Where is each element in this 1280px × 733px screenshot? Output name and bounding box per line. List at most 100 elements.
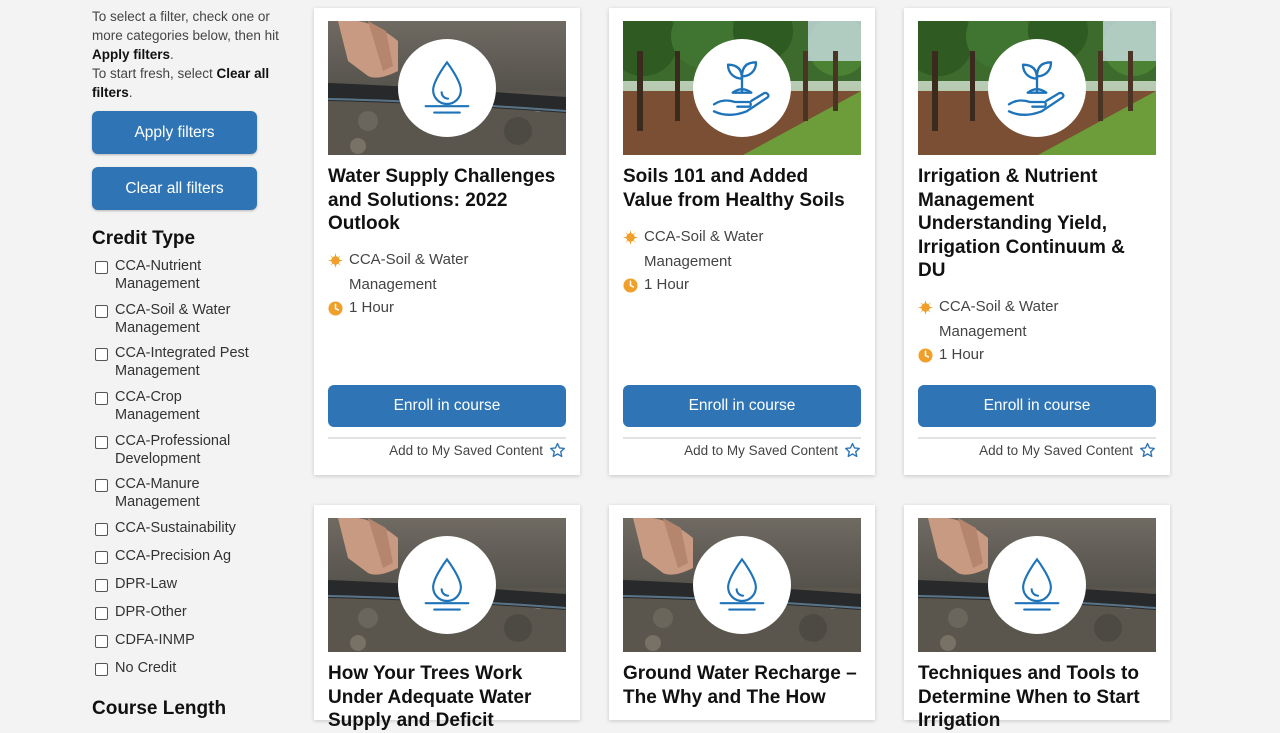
course-image: [623, 518, 861, 652]
checkbox[interactable]: [95, 261, 108, 274]
credit-filter-label: DPR-Other: [115, 604, 187, 620]
course-card: Soils 101 and Added Value from Healthy S…: [609, 8, 875, 475]
star-icon[interactable]: [549, 442, 566, 459]
instructions-period: .: [170, 47, 174, 62]
course-title[interactable]: Water Supply Challenges and Solutions: 2…: [328, 165, 568, 236]
checkbox[interactable]: [95, 607, 108, 620]
course-card: Ground Water Recharge – The Why and The …: [609, 505, 875, 720]
credit-badge-icon: [918, 300, 933, 315]
course-duration: 1 Hour: [939, 346, 985, 363]
checkbox[interactable]: [95, 579, 108, 592]
course-title[interactable]: Techniques and Tools to Determine When t…: [918, 662, 1154, 733]
checkbox[interactable]: [95, 635, 108, 648]
credit-filter-cdfa-inmp[interactable]: CDFA-INMP: [95, 632, 195, 650]
credit-filter-cca-manure[interactable]: CCA-Manure Management: [95, 476, 230, 511]
course-card: How Your Trees Work Under Adequate Water…: [314, 505, 580, 731]
credit-type-heading: Credit Type: [92, 228, 196, 249]
credit-filter-cca-nutrient[interactable]: CCA-Nutrient Management: [95, 258, 235, 293]
clock-icon: [918, 348, 933, 363]
save-content-link[interactable]: Add to My Saved Content: [389, 442, 566, 459]
save-content-label: Add to My Saved Content: [389, 443, 543, 458]
credit-filter-label: CCA-Professional Development: [115, 433, 231, 467]
credit-filter-label: No Credit: [115, 660, 177, 676]
clock-icon: [623, 278, 638, 293]
credit-filter-dpr-other[interactable]: DPR-Other: [95, 604, 187, 622]
divider: [918, 437, 1156, 439]
credit-filter-cca-crop[interactable]: CCA-Crop Management: [95, 389, 225, 424]
course-meta: CCA-Soil & Water Management 1 Hour: [328, 251, 558, 316]
credit-badge-icon: [328, 253, 343, 268]
checkbox[interactable]: [95, 305, 108, 318]
checkbox[interactable]: [95, 348, 108, 361]
checkbox[interactable]: [95, 663, 108, 676]
credit-filter-label: CCA-Manure Management: [115, 476, 200, 510]
divider: [623, 437, 861, 439]
credit-filter-label: CCA-Sustainability: [115, 520, 236, 536]
star-icon[interactable]: [1139, 442, 1156, 459]
water-drop-icon: [710, 553, 774, 617]
credit-filter-label: CCA-Soil & Water Management: [115, 302, 231, 336]
credit-filter-label: CCA-Precision Ag: [115, 548, 232, 564]
course-card: Techniques and Tools to Determine When t…: [904, 505, 1170, 731]
checkbox[interactable]: [95, 551, 108, 564]
course-duration: 1 Hour: [644, 276, 690, 293]
course-icon-badge: [693, 39, 791, 137]
credit-filter-label: CCA-Crop Management: [115, 389, 200, 423]
course-icon-badge: [988, 39, 1086, 137]
course-credit: CCA-Soil & Water Management: [349, 251, 469, 293]
water-drop-icon: [415, 553, 479, 617]
course-icon-badge: [988, 536, 1086, 634]
checkbox[interactable]: [95, 479, 108, 492]
water-drop-icon: [1005, 553, 1069, 617]
save-content-label: Add to My Saved Content: [979, 443, 1133, 458]
star-icon[interactable]: [844, 442, 861, 459]
enroll-button[interactable]: Enroll in course: [328, 385, 566, 427]
credit-filter-cca-precision-ag[interactable]: CCA-Precision Ag: [95, 548, 231, 566]
credit-filter-cca-soil-water[interactable]: CCA-Soil & Water Management: [95, 302, 245, 337]
credit-filter-label: CCA-Nutrient Management: [115, 258, 202, 292]
sprout-hand-icon: [707, 53, 777, 123]
instructions-apply-emphasis: Apply filters: [92, 47, 171, 62]
course-title[interactable]: Ground Water Recharge – The Why and The …: [623, 662, 861, 709]
enroll-button[interactable]: Enroll in course: [918, 385, 1156, 427]
instructions-period-2: .: [128, 85, 133, 100]
course-meta: CCA-Soil & Water Management 1 Hour: [918, 298, 1148, 363]
checkbox[interactable]: [95, 523, 108, 536]
divider: [328, 437, 566, 439]
course-image: [918, 21, 1156, 155]
credit-badge-icon: [623, 230, 638, 245]
course-duration: 1 Hour: [349, 299, 395, 316]
credit-filter-cca-sustainability[interactable]: CCA-Sustainability: [95, 520, 236, 538]
course-length-heading: Course Length: [92, 698, 227, 719]
course-icon-badge: [398, 39, 496, 137]
checkbox[interactable]: [95, 436, 108, 449]
course-title[interactable]: Irrigation & Nutrient Management Underst…: [918, 165, 1150, 283]
instructions-text: To select a filter, check one or more ca…: [92, 9, 279, 43]
checkbox[interactable]: [95, 392, 108, 405]
credit-filter-cca-professional[interactable]: CCA-Professional Development: [95, 433, 250, 468]
course-card: Irrigation & Nutrient Management Underst…: [904, 8, 1170, 475]
credit-filter-no-credit[interactable]: No Credit: [95, 660, 176, 678]
instructions-text-2: To start fresh, select: [92, 66, 217, 81]
filter-instructions: To select a filter, check one or more ca…: [92, 7, 292, 102]
course-credit: CCA-Soil & Water Management: [644, 228, 764, 270]
course-image: [623, 21, 861, 155]
course-title[interactable]: Soils 101 and Added Value from Healthy S…: [623, 165, 863, 212]
course-icon-badge: [693, 536, 791, 634]
credit-filter-cca-ipm[interactable]: CCA-Integrated Pest Management: [95, 345, 275, 380]
enroll-button[interactable]: Enroll in course: [623, 385, 861, 427]
credit-filter-label: CCA-Integrated Pest Management: [115, 345, 249, 379]
course-credit: CCA-Soil & Water Management: [939, 298, 1059, 340]
save-content-link[interactable]: Add to My Saved Content: [979, 442, 1156, 459]
apply-filters-button[interactable]: Apply filters: [92, 111, 257, 154]
save-content-label: Add to My Saved Content: [684, 443, 838, 458]
clear-all-filters-button[interactable]: Clear all filters: [92, 167, 257, 210]
course-icon-badge: [398, 536, 496, 634]
save-content-link[interactable]: Add to My Saved Content: [684, 442, 861, 459]
credit-filter-dpr-law[interactable]: DPR-Law: [95, 576, 177, 594]
course-meta: CCA-Soil & Water Management 1 Hour: [623, 228, 853, 293]
course-title[interactable]: How Your Trees Work Under Adequate Water…: [328, 662, 560, 733]
course-card: Water Supply Challenges and Solutions: 2…: [314, 8, 580, 475]
filter-sidebar: To select a filter, check one or more ca…: [92, 0, 292, 719]
credit-filter-label: CDFA-INMP: [115, 632, 195, 648]
